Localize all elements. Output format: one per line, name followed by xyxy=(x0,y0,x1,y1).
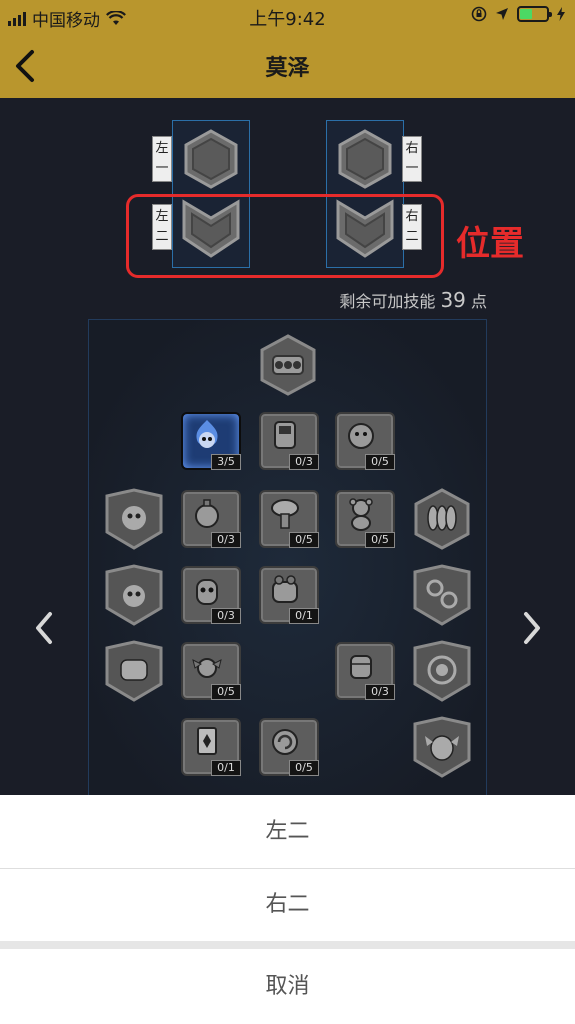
battery-icon xyxy=(517,6,552,22)
orb-icon xyxy=(272,729,298,755)
action-sheet: 左二 右二 取消 xyxy=(0,795,575,1024)
skill-level-badge: 0/3 xyxy=(211,532,241,548)
position-highlight-box xyxy=(126,194,444,278)
skill-level-badge: 0/3 xyxy=(289,454,319,470)
triple-bullet-hex-icon[interactable] xyxy=(411,488,473,550)
option-right-two[interactable]: 右二 xyxy=(0,869,575,941)
fist-skill[interactable]: 0/3 xyxy=(335,642,395,700)
skill-level-badge: 0/3 xyxy=(211,608,241,624)
cancel-button[interactable]: 取消 xyxy=(0,949,575,1024)
flame-skull-skill[interactable]: 3/5 xyxy=(181,412,241,470)
skill-level-badge: 0/5 xyxy=(365,532,395,548)
target-skull-shield-icon[interactable] xyxy=(411,640,473,702)
skull-grenade-icon xyxy=(196,579,218,605)
teddy-bear-skill[interactable]: 0/5 xyxy=(335,490,395,548)
skill-level-badge: 0/1 xyxy=(289,608,319,624)
skill-level-badge: 0/5 xyxy=(365,454,395,470)
playing-card-icon xyxy=(197,727,217,755)
orb-skill[interactable]: 0/5 xyxy=(259,718,319,776)
next-page-arrow-icon[interactable] xyxy=(516,608,546,648)
grenade-skill[interactable]: 0/3 xyxy=(181,490,241,548)
skill-level-badge: 0/1 xyxy=(211,760,241,776)
robot-icon xyxy=(274,421,296,449)
mushroom-cloud-skill[interactable]: 0/5 xyxy=(259,490,319,548)
teddy-bear-icon xyxy=(349,498,373,531)
nav-bar: 莫泽 xyxy=(0,34,575,98)
gatling-skill-icon[interactable] xyxy=(257,334,319,396)
winged-helmet-shield-icon[interactable] xyxy=(411,716,473,778)
status-bar: 中国移动 上午9:42 xyxy=(0,0,575,34)
skull-grenade-skill[interactable]: 0/3 xyxy=(181,566,241,624)
robot-pet-icon xyxy=(272,575,298,603)
fist-shield-icon[interactable] xyxy=(103,640,165,702)
points-prefix: 剩余可加技能 xyxy=(339,292,436,311)
robot-skill[interactable]: 0/3 xyxy=(259,412,319,470)
skill-level-badge: 0/5 xyxy=(211,684,241,700)
slot-left-one[interactable] xyxy=(180,128,242,190)
skull-bomb-shield-icon[interactable] xyxy=(103,488,165,550)
skill-level-badge: 0/5 xyxy=(289,760,319,776)
position-label-left-one: 左一 xyxy=(152,136,172,182)
skill-level-badge: 3/5 xyxy=(211,454,241,470)
page-title: 莫泽 xyxy=(265,56,310,81)
card-skill[interactable]: 0/1 xyxy=(181,718,241,776)
prev-page-arrow-icon[interactable] xyxy=(30,608,60,648)
fist-icon xyxy=(350,655,372,679)
mushroom-cloud-icon xyxy=(271,499,299,529)
grenade-icon xyxy=(195,499,219,528)
skill-level-badge: 0/3 xyxy=(365,684,395,700)
robot-pet-skill[interactable]: 0/1 xyxy=(259,566,319,624)
location-icon xyxy=(496,8,508,20)
points-value: 39 xyxy=(440,288,466,312)
winged-potion-icon xyxy=(192,658,222,678)
status-right xyxy=(471,6,565,22)
flame-skull-icon xyxy=(196,420,218,448)
slot-right-one[interactable] xyxy=(334,128,396,190)
bear-head-icon xyxy=(348,423,374,449)
position-annotation: 位置 xyxy=(456,224,524,264)
option-left-two[interactable]: 左二 xyxy=(0,795,575,868)
points-suffix: 点 xyxy=(470,292,487,311)
gears-shield-icon[interactable] xyxy=(411,564,473,626)
skull-grenade-shield-icon[interactable] xyxy=(103,564,165,626)
skill-tree: 3/5 0/3 0/5 0/3 0/5 0/5 0/3 0/1 0/5 0/3 … xyxy=(88,319,487,795)
rotation-lock-icon xyxy=(471,6,487,22)
skill-level-badge: 0/5 xyxy=(289,532,319,548)
winged-potion-skill[interactable]: 0/5 xyxy=(181,642,241,700)
remaining-points: 剩余可加技能 39 点 xyxy=(339,288,487,312)
sheet-separator xyxy=(0,941,575,949)
position-label-right-one: 右一 xyxy=(402,136,422,182)
skill-screen: 左一 左二 右一 右二 位置 剩余可加技能 39 点 3/5 0/3 0/5 0… xyxy=(0,98,575,795)
bear-badge-skill[interactable]: 0/5 xyxy=(335,412,395,470)
charging-icon xyxy=(557,7,565,21)
